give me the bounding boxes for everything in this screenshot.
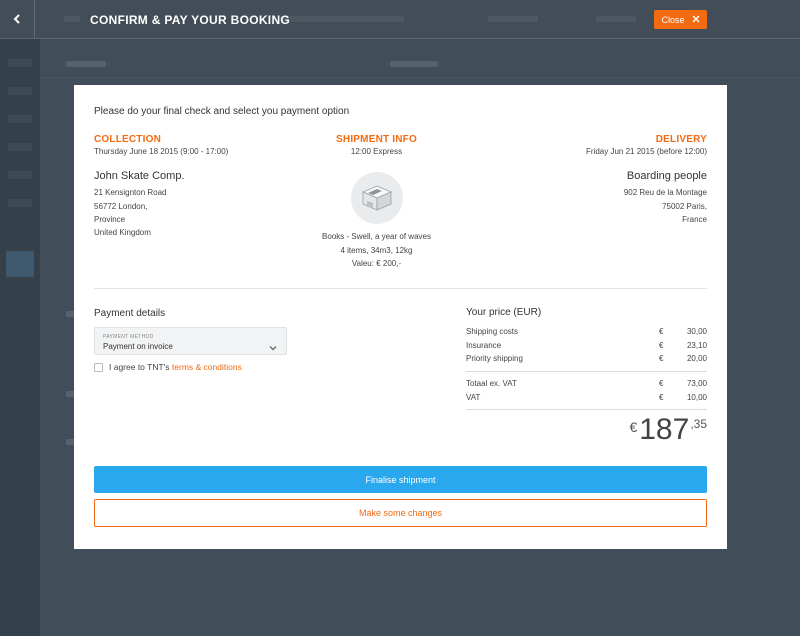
- subtotal-label: VAT: [466, 392, 481, 402]
- shipment-service: 12:00 Express: [350, 147, 403, 156]
- collection-title: COLLECTION: [94, 134, 161, 145]
- subtotal-line: Totaal ex. VAT € 73,00: [466, 377, 707, 390]
- terms-text: I agree to TNT's: [109, 362, 170, 372]
- payment-method-value: Payment on invoice: [103, 342, 173, 351]
- collection-name: John Skate Comp.: [94, 170, 185, 183]
- price-line: Priority shipping € 20,00: [466, 352, 707, 365]
- terms-checkbox[interactable]: [94, 362, 103, 372]
- terms-agreement: I agree to TNT's terms & conditions: [94, 362, 242, 372]
- subtotal-line: VAT € 10,00: [466, 391, 707, 404]
- chevron-left-icon: [13, 11, 21, 29]
- payment-method-label: PAYMENT METHOD: [103, 334, 154, 340]
- delivery-section: DELIVERY Friday Jun 21 2015 (before 12:0…: [586, 134, 707, 226]
- currency-symbol: €: [659, 353, 664, 363]
- collection-address-line: 21 Kensignton Road: [94, 188, 167, 198]
- payment-method-select[interactable]: PAYMENT METHOD Payment on invoice: [94, 327, 287, 355]
- price-divider: [466, 371, 707, 373]
- collection-address-line: Province: [94, 214, 126, 224]
- collection-date: Thursday June 18 2015 (9:00 - 17:00): [94, 147, 229, 156]
- delivery-title: DELIVERY: [655, 134, 707, 145]
- price-summary: Your price (EUR) Shipping costs € 30,00 …: [466, 307, 707, 445]
- top-bar: CONFIRM & PAY YOUR BOOKING Close: [0, 0, 800, 39]
- close-button[interactable]: Close: [654, 10, 707, 29]
- total-currency: €: [629, 419, 638, 435]
- package-icon: [350, 172, 403, 225]
- payment-title: Payment details: [94, 308, 166, 319]
- make-changes-button[interactable]: Make some changes: [94, 499, 707, 527]
- price-line-amount: 23,10: [686, 340, 707, 350]
- delivery-address-line: 75002 Paris,: [662, 201, 707, 211]
- price-line-label: Shipping costs: [466, 327, 519, 337]
- price-line: Shipping costs € 30,00: [466, 325, 707, 338]
- collection-section: COLLECTION Thursday June 18 2015 (9:00 -…: [94, 134, 228, 239]
- price-divider: [466, 408, 707, 410]
- subtotal-label: Totaal ex. VAT: [466, 379, 517, 389]
- price-title: Your price (EUR): [466, 307, 542, 318]
- terms-link[interactable]: terms & conditions: [172, 362, 242, 372]
- total-price: € 187 ,35: [629, 415, 707, 445]
- back-button[interactable]: [0, 0, 35, 39]
- chevron-down-icon: [269, 338, 277, 356]
- delivery-address-line: France: [682, 214, 707, 224]
- currency-symbol: €: [659, 379, 664, 389]
- subtotal-amount: 73,00: [686, 379, 707, 389]
- section-divider: [94, 288, 707, 289]
- subtotal-amount: 10,00: [686, 392, 707, 402]
- finalise-shipment-button[interactable]: Finalise shipment: [94, 466, 707, 493]
- shipment-detail: 4 items, 34m3, 12kg: [340, 245, 413, 255]
- price-line-amount: 20,00: [686, 353, 707, 363]
- currency-symbol: €: [659, 340, 664, 350]
- currency-symbol: €: [659, 392, 664, 402]
- delivery-address-line: 902 Reu de la Montage: [623, 188, 707, 198]
- confirm-pay-modal: Please do your final check and select yo…: [74, 85, 727, 549]
- collection-address-line: United Kingdom: [94, 228, 151, 238]
- intro-text: Please do your final check and select yo…: [94, 106, 350, 117]
- currency-symbol: €: [659, 327, 664, 337]
- price-line-label: Priority shipping: [466, 353, 523, 363]
- total-decimal: ,35: [690, 417, 707, 431]
- shipment-detail: Books - Swell, a year of waves: [322, 232, 431, 242]
- collection-address-line: 56772 London,: [94, 201, 148, 211]
- shipment-section: SHIPMENT INFO 12:00 Express Books - Swel…: [304, 134, 449, 270]
- close-icon: [692, 15, 700, 25]
- total-integer: 187: [639, 413, 690, 446]
- page-title: CONFIRM & PAY YOUR BOOKING: [90, 13, 291, 27]
- shipment-title: SHIPMENT INFO: [336, 134, 417, 145]
- price-line: Insurance € 23,10: [466, 338, 707, 351]
- shipment-detail: Valeu: € 200,-: [351, 258, 402, 268]
- delivery-date: Friday Jun 21 2015 (before 12:00): [586, 147, 707, 156]
- delivery-name: Boarding people: [626, 170, 707, 183]
- background-sidebar: [0, 39, 40, 636]
- close-label: Close: [661, 14, 685, 25]
- price-line-label: Insurance: [466, 340, 502, 350]
- price-line-amount: 30,00: [686, 327, 707, 337]
